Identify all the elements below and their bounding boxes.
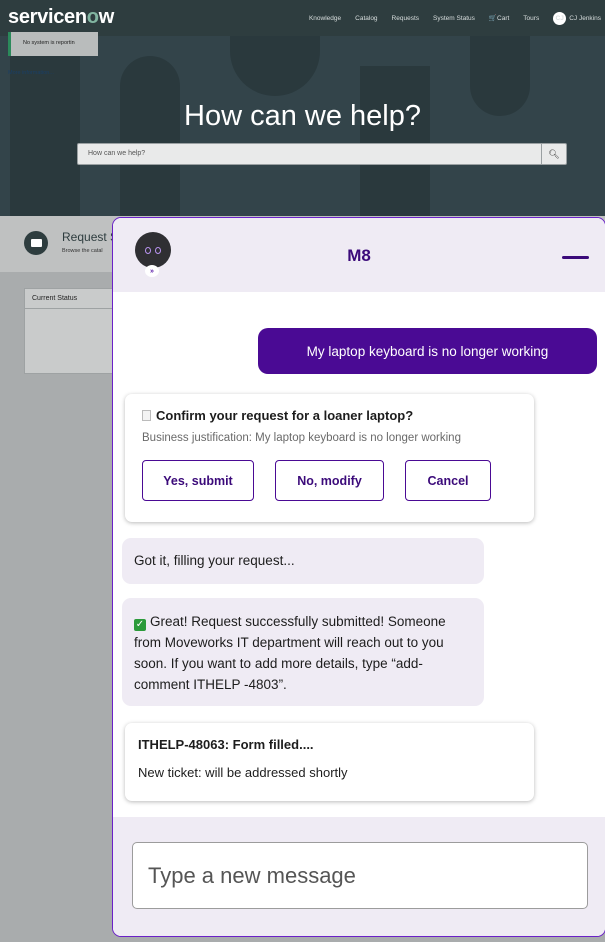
minimize-icon[interactable]: [562, 256, 589, 259]
confirm-title: Confirm your request for a loaner laptop…: [142, 408, 413, 423]
check-icon: ✓: [134, 619, 146, 631]
more-info-link[interactable]: More information...: [8, 70, 54, 76]
hero-title: How can we help?: [184, 100, 421, 132]
ticket-text: New ticket: will be addressed shortly: [138, 765, 348, 780]
chat-header: » M8: [113, 218, 605, 292]
search-icon[interactable]: 🔍︎: [541, 144, 566, 164]
nav-knowledge[interactable]: Knowledge: [309, 15, 341, 22]
servicenow-logo[interactable]: servicenow: [8, 6, 114, 29]
briefcase-icon: [24, 231, 48, 255]
hero-decoration: [120, 56, 180, 216]
chat-title: M8: [347, 246, 371, 265]
bot-badge-icon: »: [145, 265, 159, 277]
portal-nav: Knowledge Catalog Requests System Status…: [309, 0, 605, 36]
status-title: Current Status: [25, 289, 119, 309]
request-subtitle: Browse the catal: [62, 248, 103, 254]
user-menu[interactable]: CJ CJ Jenkins: [553, 11, 601, 25]
nav-tours[interactable]: Tours: [523, 15, 539, 22]
bot-message-success: ✓ Great! Request successfully submitted! …: [122, 598, 484, 706]
cancel-button[interactable]: Cancel: [405, 460, 491, 501]
confirm-request-card: Confirm your request for a loaner laptop…: [125, 394, 534, 522]
nav-cart[interactable]: 🛒Cart: [489, 14, 509, 22]
message-input[interactable]: [132, 842, 588, 909]
nav-system-status[interactable]: System Status: [433, 15, 475, 22]
hero-decoration: [360, 66, 430, 216]
cart-icon: 🛒: [488, 15, 498, 22]
nav-requests[interactable]: Requests: [392, 15, 419, 22]
nav-catalog[interactable]: Catalog: [355, 15, 377, 22]
portal-top-bar: servicenow Knowledge Catalog Requests Sy…: [0, 0, 605, 36]
request-title[interactable]: Request S: [62, 230, 118, 244]
current-status-card: Current Status: [24, 288, 120, 374]
hero-banner: How can we help? How can we help? 🔍︎: [0, 36, 605, 216]
portal-search-placeholder: How can we help?: [88, 150, 146, 157]
chat-panel: » M8 My laptop keyboard is no longer wor…: [112, 217, 605, 937]
confirm-description: Business justification: My laptop keyboa…: [142, 432, 461, 444]
user-avatar: CJ: [553, 11, 567, 25]
portal-search-bar[interactable]: How can we help? 🔍︎: [77, 143, 567, 165]
user-name: CJ Jenkins: [569, 14, 601, 22]
status-note: No system is reportin: [8, 32, 98, 56]
hero-decoration: [230, 36, 320, 96]
ticket-title: ITHELP-48063: Form filled....: [138, 737, 314, 752]
no-modify-button[interactable]: No, modify: [275, 460, 384, 501]
bot-message-filling: Got it, filling your request...: [122, 538, 484, 584]
ticket-card[interactable]: ITHELP-48063: Form filled.... New ticket…: [125, 723, 534, 801]
user-message-bubble: My laptop keyboard is no longer working: [258, 328, 597, 374]
document-icon: [142, 410, 151, 421]
yes-submit-button[interactable]: Yes, submit: [142, 460, 254, 501]
